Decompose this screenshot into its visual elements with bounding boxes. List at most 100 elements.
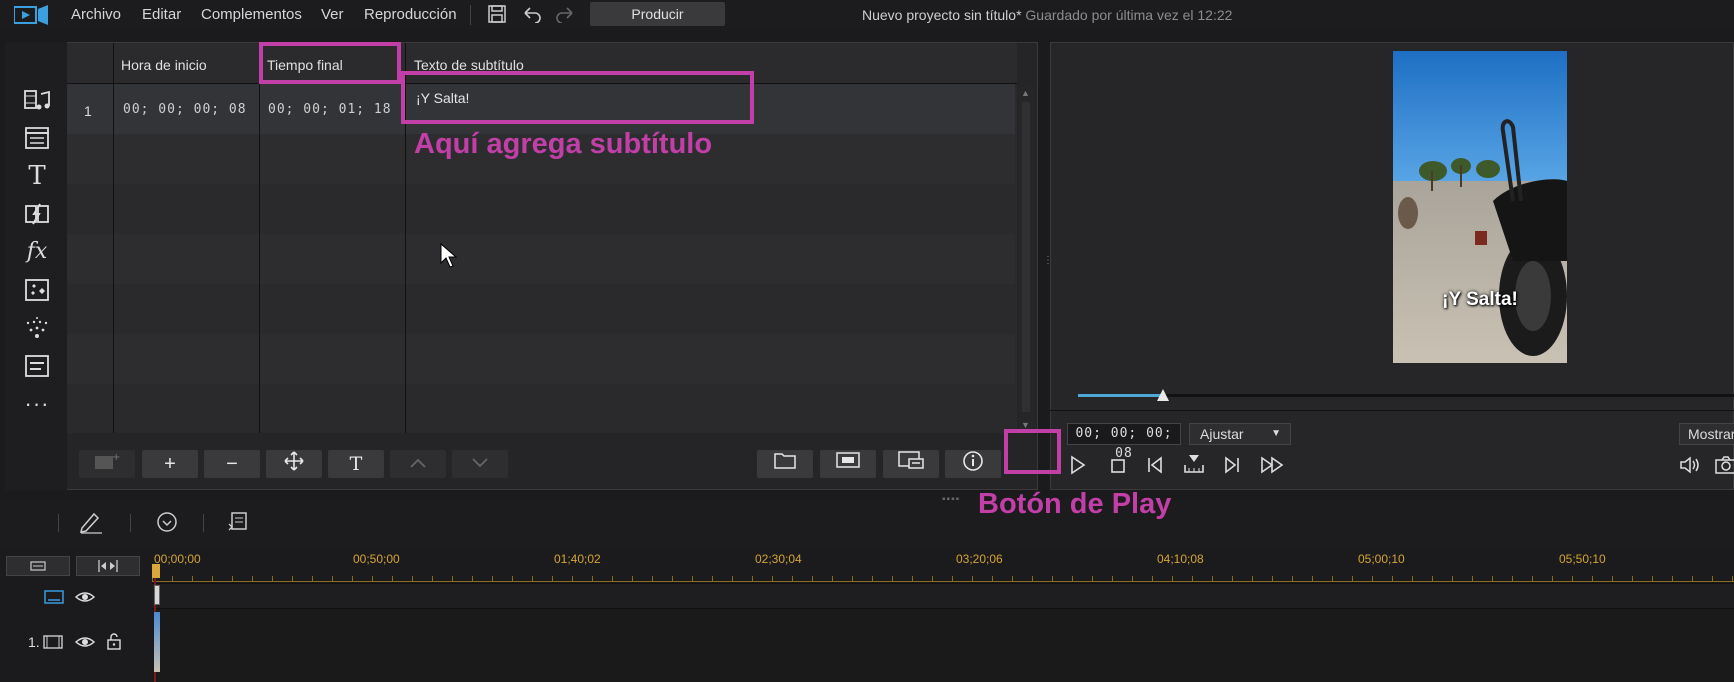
ruler-minor-tick	[432, 576, 433, 581]
unlock-icon[interactable]	[106, 632, 122, 655]
menu-complementos[interactable]: Complementos	[201, 6, 302, 23]
ruler-minor-tick	[912, 576, 913, 581]
column-header-start[interactable]: Hora de inicio	[121, 57, 207, 73]
ruler-minor-tick	[372, 576, 373, 581]
clapboard-icon[interactable]	[23, 124, 51, 152]
ruler-minor-tick	[292, 576, 293, 581]
title-text-icon[interactable]: T	[23, 162, 51, 190]
text-format-button[interactable]: T	[328, 450, 384, 478]
ruler-minor-tick	[1452, 576, 1453, 581]
fast-forward-button[interactable]	[1257, 453, 1289, 485]
remove-subtitle-button[interactable]: −	[204, 450, 260, 478]
save-icon[interactable]	[488, 5, 506, 23]
video-track	[152, 609, 1734, 682]
snapshot-camera-icon[interactable]	[1710, 453, 1734, 485]
ruler-minor-tick	[1612, 576, 1613, 581]
more-icon[interactable]: ···	[23, 390, 51, 418]
fit-dropdown[interactable]: Ajustar ▼	[1189, 423, 1291, 445]
volume-icon[interactable]	[1674, 453, 1706, 485]
project-title: Nuevo proyecto sin título* Guardado por …	[862, 7, 1232, 23]
fx-effects-icon[interactable]: fx	[23, 238, 51, 266]
ruler-minor-tick	[1172, 576, 1173, 581]
ruler-minor-tick	[1152, 576, 1153, 581]
ruler-minor-tick	[1092, 576, 1093, 581]
menu-archivo[interactable]: Archivo	[71, 6, 121, 23]
import-subtitle-button[interactable]: +	[79, 450, 135, 478]
chevron-down-icon: ▼	[1271, 428, 1281, 439]
ruler-minor-tick	[1652, 576, 1653, 581]
ruler-minor-tick	[1332, 576, 1333, 581]
move-up-button[interactable]	[390, 450, 446, 478]
ruler-minor-tick	[1292, 576, 1293, 581]
scroll-up-icon[interactable]: ▲	[1021, 88, 1030, 98]
svg-text:+: +	[112, 452, 120, 463]
subtitle-clip[interactable]	[154, 585, 160, 605]
subtitle-settings-icon[interactable]	[883, 450, 939, 478]
end-time-cell[interactable]: 00; 00; 01; 18	[268, 102, 392, 117]
panel-splitter[interactable]: ⋮	[1043, 256, 1053, 278]
sparkle-spray-icon[interactable]	[23, 314, 51, 342]
split-clip-button[interactable]	[1178, 453, 1210, 485]
ruler-minor-tick	[632, 576, 633, 581]
menu-reproduccion[interactable]: Reproducción	[364, 6, 457, 23]
menu-editar[interactable]: Editar	[142, 6, 181, 23]
track-view-button[interactable]	[6, 556, 70, 576]
start-time-cell[interactable]: 00; 00; 00; 08	[123, 102, 247, 117]
play-button[interactable]	[1061, 453, 1093, 485]
room-toolbar: T fx ···	[5, 42, 67, 490]
ruler-minor-tick	[852, 576, 853, 581]
ruler-minor-tick	[572, 576, 573, 581]
table-scrollbar[interactable]: ▲ ▼	[1019, 86, 1033, 434]
export-subtitle-icon[interactable]	[820, 450, 876, 478]
ruler-minor-tick	[1112, 576, 1113, 581]
ruler-minor-tick	[192, 576, 193, 581]
ruler-minor-tick	[1592, 576, 1593, 581]
move-subtitle-button[interactable]	[266, 450, 322, 478]
particle-icon[interactable]	[23, 276, 51, 304]
timecode-display[interactable]: 00; 00; 00; 08	[1067, 423, 1181, 461]
ruler-tick-label: 04;10;08	[1157, 552, 1204, 566]
ruler-minor-tick	[1532, 576, 1533, 581]
ruler-minor-tick	[872, 576, 873, 581]
move-down-button[interactable]	[452, 450, 508, 478]
clock-dropdown-icon[interactable]	[155, 510, 179, 539]
video-clip-thumbnail[interactable]	[154, 612, 160, 672]
menu-ver[interactable]: Ver	[321, 6, 344, 23]
ruler-minor-tick	[392, 576, 393, 581]
ruler-minor-tick	[952, 576, 953, 581]
redo-icon[interactable]	[555, 5, 575, 24]
fit-timeline-button[interactable]	[76, 556, 140, 576]
eye-visibility-icon[interactable]	[74, 634, 96, 655]
add-subtitle-button[interactable]: +	[142, 450, 198, 478]
ruler-minor-tick	[712, 576, 713, 581]
undo-icon[interactable]	[522, 5, 542, 24]
folder-icon[interactable]	[757, 450, 813, 478]
ruler-minor-tick	[752, 576, 753, 581]
track-number: 1.	[28, 634, 40, 650]
media-room-icon[interactable]	[23, 86, 51, 114]
chapter-list-icon[interactable]	[227, 510, 249, 539]
scrollbar-track[interactable]	[1022, 102, 1030, 412]
produce-button[interactable]: Producir	[590, 2, 725, 26]
eye-visibility-icon[interactable]	[74, 589, 96, 610]
preview-seek-bar[interactable]	[1078, 394, 1734, 397]
info-icon[interactable]	[945, 450, 1001, 478]
show-button[interactable]: Mostrar	[1679, 423, 1734, 445]
playhead-handle[interactable]	[152, 564, 160, 578]
ruler-minor-tick	[1012, 576, 1013, 581]
timeline-ruler[interactable]: 00;00;00 00;50;00 01;40;02 02;30;04 03;2…	[152, 548, 1734, 584]
subtitle-room-icon[interactable]	[23, 352, 51, 380]
ruler-minor-tick	[1632, 576, 1633, 581]
toolbar-divider	[58, 514, 59, 532]
ruler-minor-tick	[832, 576, 833, 581]
column-divider	[259, 43, 260, 433]
ruler-minor-tick	[1712, 576, 1713, 581]
column-divider	[113, 43, 114, 433]
preview-subtitle-overlay: ¡Y Salta!	[1442, 289, 1518, 310]
pen-edit-icon[interactable]	[78, 510, 104, 539]
next-frame-button[interactable]	[1216, 453, 1248, 485]
seek-thumb[interactable]	[1156, 388, 1170, 402]
stop-button[interactable]	[1102, 453, 1134, 485]
previous-frame-button[interactable]	[1139, 453, 1171, 485]
transition-icon[interactable]	[23, 200, 51, 228]
